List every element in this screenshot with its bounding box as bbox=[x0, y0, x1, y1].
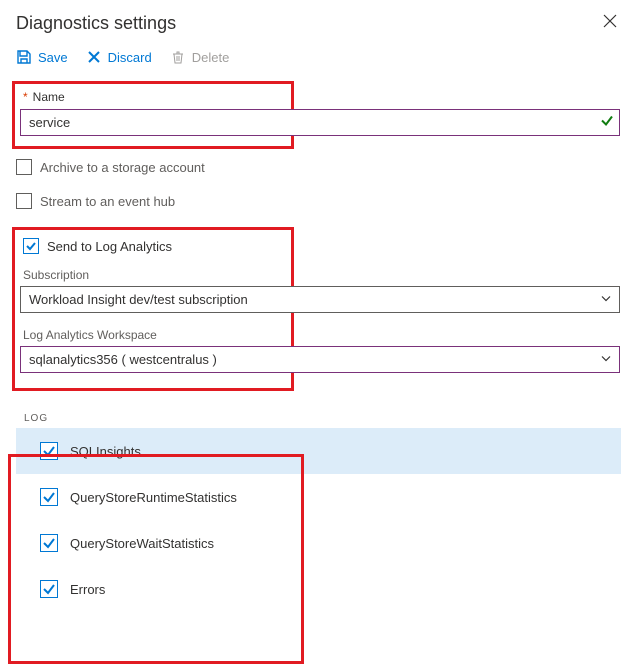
required-asterisk: * bbox=[23, 90, 28, 104]
subscription-label: Subscription bbox=[23, 268, 283, 282]
close-button[interactable] bbox=[599, 12, 621, 35]
log-item[interactable]: QueryStoreWaitStatistics bbox=[16, 520, 621, 566]
subscription-select[interactable]: Workload Insight dev/test subscription bbox=[20, 286, 620, 313]
save-label: Save bbox=[38, 50, 68, 65]
page-title: Diagnostics settings bbox=[16, 13, 176, 34]
log-list: SQLInsights QueryStoreRuntimeStatistics … bbox=[16, 428, 621, 612]
workspace-label: Log Analytics Workspace bbox=[23, 328, 283, 342]
archive-checkbox[interactable] bbox=[16, 159, 32, 175]
delete-label: Delete bbox=[192, 50, 230, 65]
workspace-select[interactable]: sqlanalytics356 ( westcentralus ) bbox=[20, 346, 620, 373]
log-checkbox[interactable] bbox=[40, 488, 58, 506]
discard-button[interactable]: Discard bbox=[86, 49, 152, 65]
log-checkbox[interactable] bbox=[40, 580, 58, 598]
eventhub-checkbox[interactable] bbox=[16, 193, 32, 209]
delete-button: Delete bbox=[170, 49, 230, 65]
log-item-label: QueryStoreWaitStatistics bbox=[70, 536, 214, 551]
log-section-header: LOG bbox=[24, 413, 621, 424]
log-checkbox[interactable] bbox=[40, 534, 58, 552]
log-item-label: SQLInsights bbox=[70, 444, 141, 459]
trash-icon bbox=[170, 49, 186, 65]
discard-icon bbox=[86, 49, 102, 65]
log-item-label: Errors bbox=[70, 582, 105, 597]
log-item[interactable]: SQLInsights bbox=[16, 428, 621, 474]
archive-label: Archive to a storage account bbox=[40, 160, 205, 175]
save-icon bbox=[16, 49, 32, 65]
eventhub-label: Stream to an event hub bbox=[40, 194, 175, 209]
save-button[interactable]: Save bbox=[16, 49, 68, 65]
discard-label: Discard bbox=[108, 50, 152, 65]
name-label: Name bbox=[33, 90, 65, 104]
loganalytics-checkbox[interactable] bbox=[23, 238, 39, 254]
loganalytics-label: Send to Log Analytics bbox=[47, 239, 172, 254]
log-item[interactable]: Errors bbox=[16, 566, 621, 612]
log-item[interactable]: QueryStoreRuntimeStatistics bbox=[16, 474, 621, 520]
log-item-label: QueryStoreRuntimeStatistics bbox=[70, 490, 237, 505]
log-checkbox[interactable] bbox=[40, 442, 58, 460]
name-input[interactable] bbox=[20, 109, 620, 136]
